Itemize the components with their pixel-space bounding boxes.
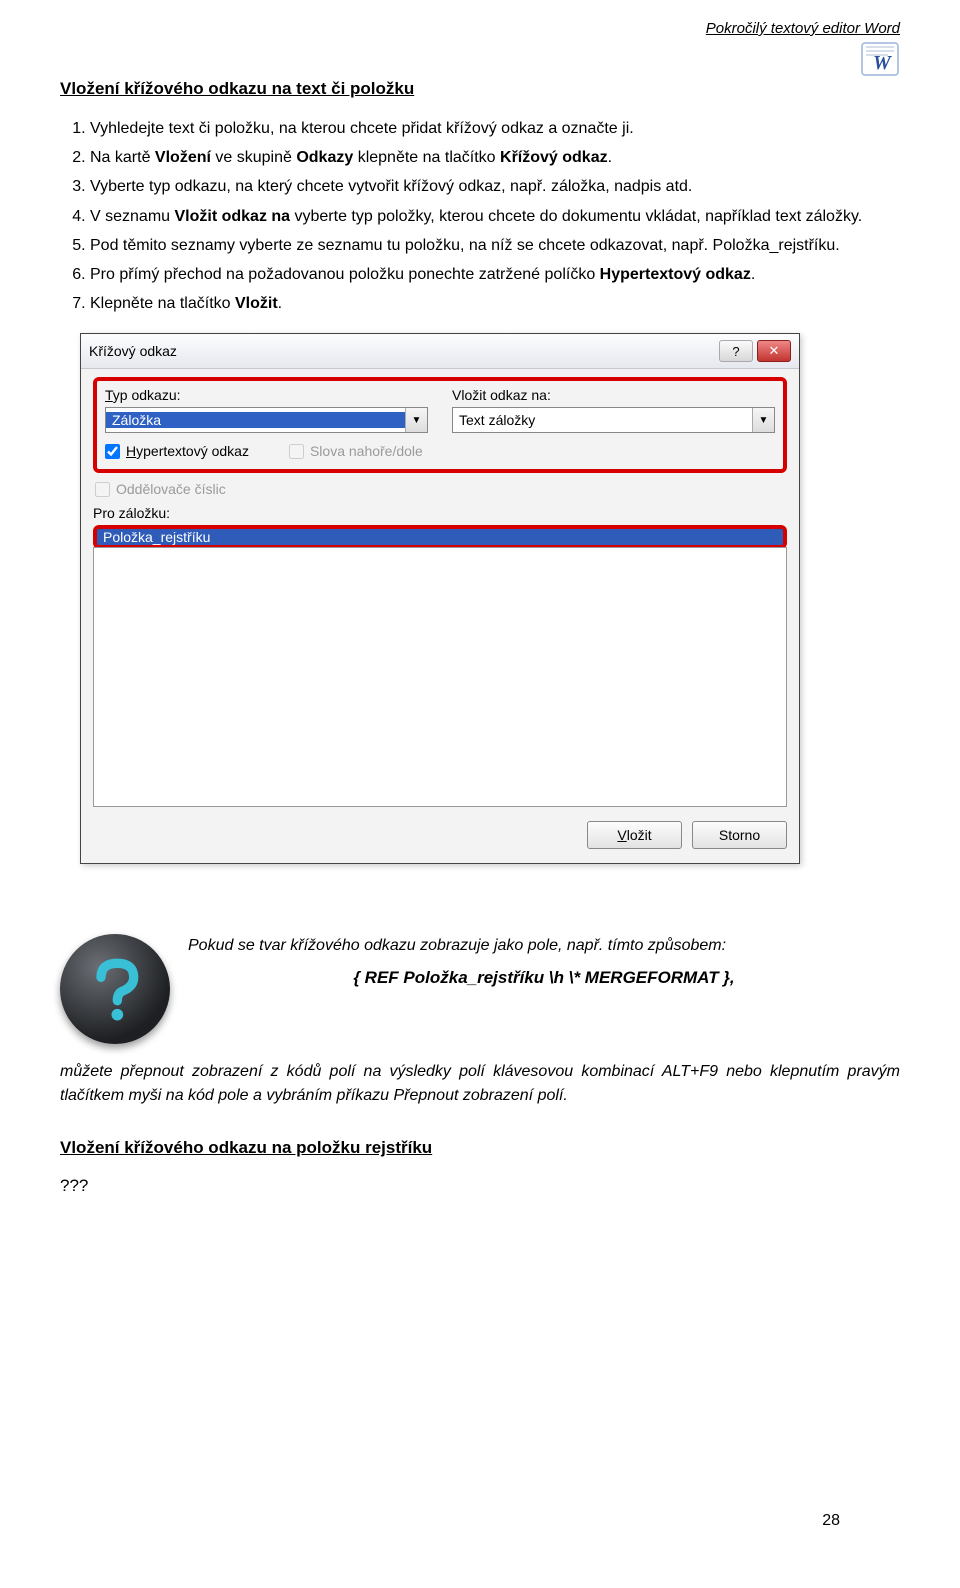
help-button[interactable]: ?: [719, 340, 753, 362]
hyperlink-checkbox[interactable]: Hypertextový odkaz: [105, 443, 249, 459]
crossref-dialog: Křížový odkaz ? ✕ Typ odkazu: Záložka ▼ …: [80, 333, 800, 864]
step-item: Pod těmito seznamy vyberte ze seznamu tu…: [90, 234, 900, 257]
section-title-2: Vložení křížového odkazu na položku rejs…: [60, 1138, 900, 1158]
chevron-down-icon[interactable]: ▼: [405, 408, 427, 432]
type-combo-value: Záložka: [106, 412, 405, 428]
hyperlink-checkbox-input[interactable]: [105, 444, 120, 459]
step-item: V seznamu Vložit odkaz na vyberte typ po…: [90, 205, 900, 228]
dialog-title: Křížový odkaz: [89, 343, 715, 359]
step-item: Vyberte typ odkazu, na který chcete vytv…: [90, 175, 900, 198]
above-below-checkbox: Slova nahoře/dole: [289, 443, 423, 459]
bookmark-listbox[interactable]: [93, 547, 787, 807]
chevron-down-icon[interactable]: ▼: [752, 408, 774, 432]
separator-checkbox: Oddělovače číslic: [95, 481, 787, 497]
separator-checkbox-input: [95, 482, 110, 497]
step-item: Na kartě Vložení ve skupině Odkazy klepn…: [90, 146, 900, 169]
for-bookmark-label: Pro záložku:: [93, 505, 787, 521]
step-item: Pro přímý přechod na požadovanou položku…: [90, 263, 900, 286]
bookmark-list-selected[interactable]: Položka_rejstříku: [97, 529, 216, 545]
insert-combobox[interactable]: Text záložky ▼: [452, 407, 775, 433]
insert-button[interactable]: Vložit: [587, 821, 682, 849]
tip-line2: můžete přepnout zobrazení z kódů polí na…: [60, 1060, 900, 1107]
tip-line1: Pokud se tvar křížového odkazu zobrazuje…: [188, 934, 900, 957]
doc-header-subtitle: Pokročilý textový editor Word: [60, 20, 900, 37]
highlight-box-item: Položka_rejstříku: [93, 525, 787, 549]
field-code-example: { REF Položka_rejstříku \h \* MERGEFORMA…: [188, 968, 900, 988]
above-below-checkbox-input: [289, 444, 304, 459]
type-label: Typ odkazu:: [105, 387, 428, 403]
insert-label: Vložit odkaz na:: [452, 387, 775, 403]
cancel-button[interactable]: Storno: [692, 821, 787, 849]
svg-text:W: W: [873, 52, 892, 74]
section-title-1: Vložení křížového odkazu na text či polo…: [60, 79, 900, 99]
page-number: 28: [822, 1512, 840, 1530]
type-combobox[interactable]: Záložka ▼: [105, 407, 428, 433]
insert-combo-value: Text záložky: [453, 412, 752, 428]
highlight-box-top: Typ odkazu: Záložka ▼ Vložit odkaz na: T…: [93, 377, 787, 473]
word-app-icon: W: [860, 39, 900, 79]
step-item: Vyhledejte text či položku, na kterou ch…: [90, 117, 900, 140]
question-tip-icon: [60, 934, 170, 1044]
close-button[interactable]: ✕: [757, 340, 791, 362]
dialog-titlebar: Křížový odkaz ? ✕: [81, 334, 799, 369]
step-list: Vyhledejte text či položku, na kterou ch…: [90, 117, 900, 315]
step-item: Klepněte na tlačítko Vložit.: [90, 292, 900, 315]
question-marks: ???: [60, 1176, 900, 1196]
